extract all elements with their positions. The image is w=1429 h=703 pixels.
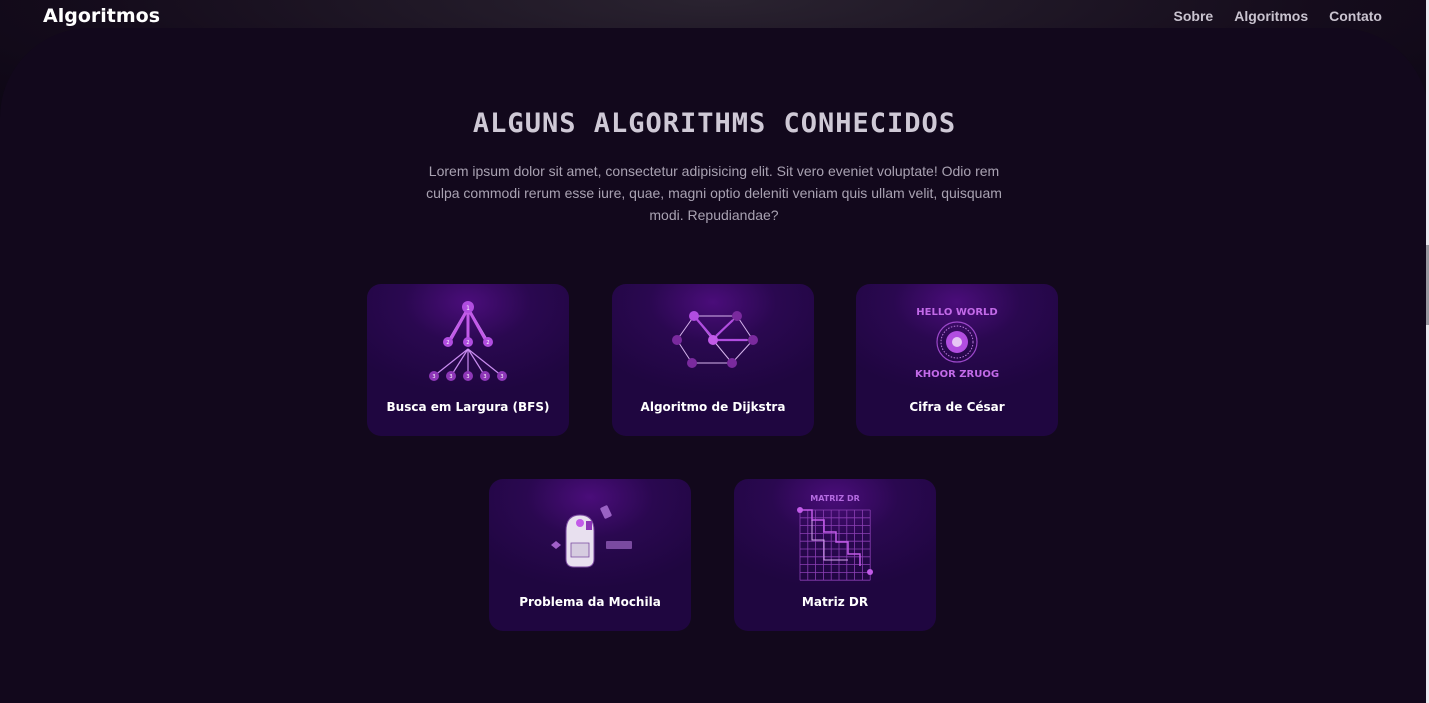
svg-text:2: 2 bbox=[466, 340, 469, 346]
cipher-plaintext: HELLO WORLD bbox=[916, 307, 997, 318]
site-logo[interactable]: Algoritmos bbox=[43, 5, 160, 27]
card-label: Algoritmo de Dijkstra bbox=[640, 400, 786, 414]
section-description: Lorem ipsum dolor sit amet, consectetur … bbox=[426, 163, 1002, 223]
cipher-ciphertext: KHOOR ZRUOG bbox=[915, 369, 999, 380]
nav-link-sobre[interactable]: Sobre bbox=[1174, 8, 1214, 24]
svg-text:3: 3 bbox=[432, 374, 435, 380]
cipher-wheel-icon: HELLO WORLD KHOOR ZRUOG bbox=[915, 307, 999, 380]
svg-text:3: 3 bbox=[466, 374, 469, 380]
svg-text:1: 1 bbox=[466, 305, 470, 312]
card-knapsack[interactable]: Problema da Mochila bbox=[489, 479, 691, 631]
nav-link-contato[interactable]: Contato bbox=[1329, 8, 1382, 24]
svg-text:3: 3 bbox=[449, 374, 452, 380]
card-label: Matriz DR bbox=[801, 595, 869, 609]
card-caesar-cipher[interactable]: HELLO WORLD KHOOR ZRUOG Cifra de César bbox=[856, 284, 1058, 436]
svg-text:3: 3 bbox=[483, 374, 486, 380]
card-label: Cifra de César bbox=[909, 400, 1005, 414]
main-nav: Sobre Algoritmos Contato bbox=[1174, 8, 1382, 24]
graph-network-icon bbox=[672, 311, 758, 368]
card-label: Busca em Largura (BFS) bbox=[386, 400, 550, 414]
card-matriz-dr[interactable]: MATRIZ DR Matriz DR bbox=[734, 479, 936, 631]
svg-text:3: 3 bbox=[500, 374, 503, 380]
backpack-icon bbox=[551, 505, 632, 568]
matrix-art-title: MATRIZ DR bbox=[810, 494, 860, 503]
site-header: Algoritmos Sobre Algoritmos Contato bbox=[0, 0, 1429, 34]
card-dijkstra[interactable]: Algoritmo de Dijkstra bbox=[612, 284, 814, 436]
section-title: ALGUNS ALGORITHMS CONHECIDOS bbox=[472, 108, 957, 139]
card-bfs[interactable]: 1 2 2 2 3 3 3 3 3 Busca em Largura (BFS) bbox=[367, 284, 569, 436]
grid-maze-icon: MATRIZ DR bbox=[797, 494, 873, 581]
card-label: Problema da Mochila bbox=[519, 595, 661, 609]
nav-link-algoritmos[interactable]: Algoritmos bbox=[1234, 8, 1308, 24]
svg-text:2: 2 bbox=[486, 340, 489, 346]
bfs-tree-icon: 1 2 2 2 3 3 3 3 3 bbox=[429, 301, 507, 381]
svg-text:2: 2 bbox=[446, 340, 449, 346]
